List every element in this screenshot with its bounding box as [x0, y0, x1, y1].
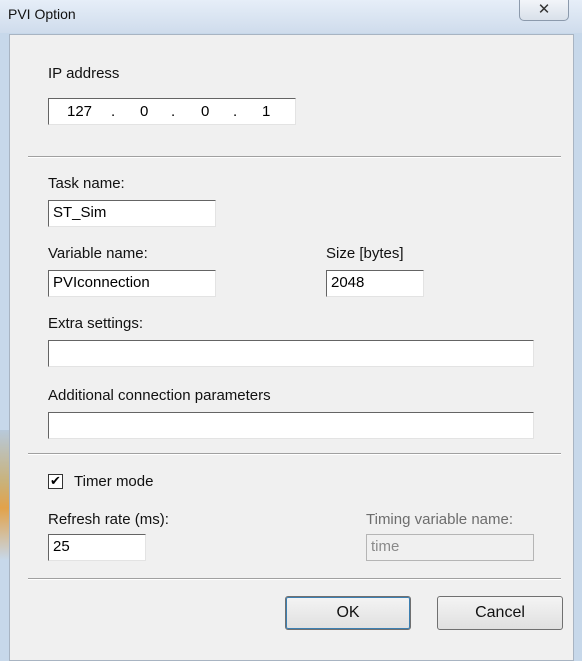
- window-title: PVI Option: [8, 6, 76, 22]
- refresh-rate-label: Refresh rate (ms):: [48, 511, 169, 528]
- ip-address-field[interactable]: 127 . 0 . 0 . 1: [48, 98, 296, 125]
- title-bar[interactable]: PVI Option ✕: [0, 0, 582, 33]
- timing-variable-label: Timing variable name:: [366, 511, 514, 528]
- ip-dot-2: .: [171, 103, 176, 120]
- ip-octet-2[interactable]: 0: [140, 103, 148, 120]
- cancel-button[interactable]: Cancel: [437, 596, 563, 630]
- additional-params-label: Additional connection parameters: [48, 387, 271, 404]
- ip-dot-3: .: [233, 103, 238, 120]
- ip-dot-1: .: [111, 103, 116, 120]
- task-name-label: Task name:: [48, 175, 125, 192]
- variable-name-label: Variable name:: [48, 245, 148, 262]
- refresh-rate-input[interactable]: 25: [48, 534, 146, 561]
- close-button[interactable]: ✕: [519, 0, 569, 21]
- separator: [28, 578, 561, 580]
- additional-params-input[interactable]: [48, 412, 534, 439]
- separator: [28, 156, 561, 158]
- separator: [28, 453, 561, 455]
- timer-mode-checkbox[interactable]: ✔: [48, 474, 63, 489]
- timer-mode-label[interactable]: Timer mode: [74, 473, 153, 490]
- size-input[interactable]: 2048: [326, 270, 424, 297]
- timing-variable-input: time: [366, 534, 534, 561]
- ip-octet-1[interactable]: 127: [67, 103, 92, 120]
- ip-address-label: IP address: [48, 65, 120, 82]
- extra-settings-label: Extra settings:: [48, 315, 144, 332]
- ok-button[interactable]: OK: [285, 596, 411, 630]
- close-icon: ✕: [537, 0, 551, 18]
- extra-settings-input[interactable]: [48, 340, 534, 367]
- background-window-edge: [0, 430, 9, 560]
- ip-octet-4[interactable]: 1: [262, 103, 270, 120]
- dialog-window: PVI Option ✕ IP address 127 . 0 . 0 . 1 …: [0, 0, 582, 661]
- variable-name-input[interactable]: PVIconnection: [48, 270, 216, 297]
- ip-octet-3[interactable]: 0: [201, 103, 209, 120]
- task-name-input[interactable]: ST_Sim: [48, 200, 216, 227]
- size-label: Size [bytes]: [326, 245, 404, 262]
- checkmark-icon: ✔: [50, 474, 61, 489]
